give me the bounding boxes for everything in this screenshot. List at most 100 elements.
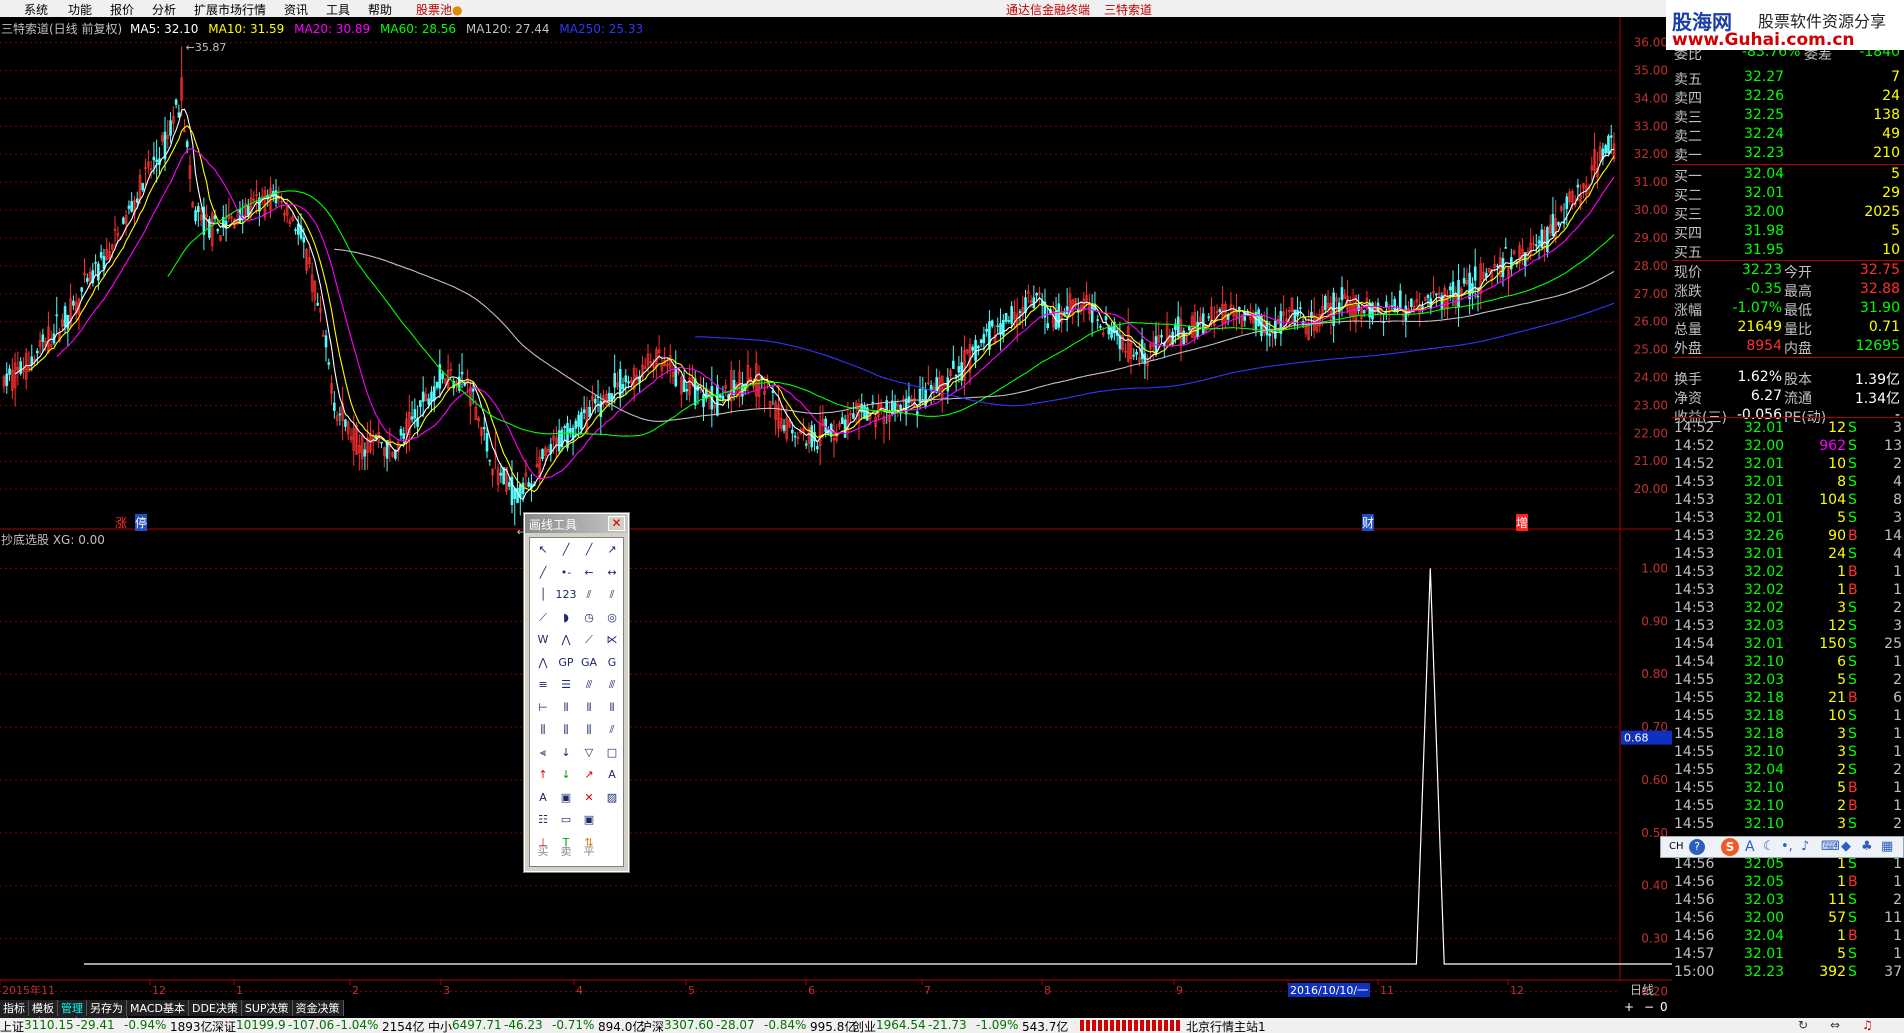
bottom-tab-5[interactable]: DDE决策 — [188, 1000, 242, 1016]
marker-zhang[interactable]: 涨 — [115, 514, 127, 531]
drawing-tools-titlebar[interactable]: 画线工具 ✕ — [525, 514, 628, 533]
wave-tool-icon[interactable]: W — [532, 630, 554, 650]
rectangle-tool-icon[interactable]: □ — [601, 743, 623, 763]
close-icon[interactable]: ✕ — [608, 516, 625, 531]
tick-row[interactable]: 14:56 32.00 57 S 11 — [1672, 910, 1904, 928]
fan-tool-icon[interactable]: ⋉ — [601, 630, 623, 650]
buy-tool-button[interactable]: 买 — [532, 842, 554, 862]
period-mode-label[interactable]: 日线 — [1630, 983, 1654, 997]
ray-tool-icon[interactable]: ╱ — [578, 540, 600, 560]
gp-tool-icon[interactable]: GP — [555, 653, 577, 673]
tick-row[interactable]: 14:52 32.00 962 S 13 — [1672, 438, 1904, 456]
moon-icon[interactable]: ☾ — [1763, 839, 1775, 854]
index-name[interactable]: 创业 — [852, 1018, 876, 1033]
skin-icon[interactable]: ◆ — [1841, 839, 1851, 854]
tick-row[interactable]: 14:55 32.03 5 S 2 — [1672, 672, 1904, 690]
arc-tool-icon[interactable]: ◗ — [555, 608, 577, 628]
gann-fan-tool-icon[interactable]: ⫷ — [532, 743, 554, 763]
trend-tool-icon[interactable]: ⟋ — [532, 608, 554, 628]
box-tool-icon[interactable]: ▣ — [555, 788, 577, 808]
menu-function[interactable]: 功能 — [68, 1, 92, 18]
sell-tool-button[interactable]: 卖 — [555, 842, 577, 862]
gann-tool-icon[interactable]: ⫻ — [601, 675, 623, 695]
zigzag-tool-icon[interactable]: ⟋ — [578, 630, 600, 650]
bottom-tab-2[interactable]: 管理 — [58, 1000, 87, 1016]
grid-icon[interactable]: ▦ — [1881, 839, 1893, 854]
bottom-tab-1[interactable]: 模板 — [29, 1000, 58, 1016]
shirt-icon[interactable]: ♣ — [1861, 839, 1873, 854]
tick-row[interactable]: 14:53 32.01 5 S 3 — [1672, 510, 1904, 528]
sound-icon[interactable]: ♫ — [1862, 1018, 1873, 1032]
arrow-line-tool-icon[interactable]: ↗ — [601, 540, 623, 560]
tick-row[interactable]: 14:55 32.04 2 S 2 — [1672, 762, 1904, 780]
menu-extended-market[interactable]: 扩展市场行情 — [194, 1, 266, 18]
fibonacci-tool-icon[interactable]: ≡ — [532, 675, 554, 695]
list-tool-icon[interactable]: ☷ — [532, 810, 554, 830]
price-label-tool-icon[interactable]: 123 — [555, 585, 577, 605]
period-tool-icon[interactable]: ⫴ — [555, 698, 577, 718]
menu-stock-pool[interactable]: 股票池● — [416, 1, 463, 18]
horizontal-line-tool-icon[interactable]: ↔ — [601, 563, 623, 583]
segment-tool-icon[interactable]: ╱ — [532, 563, 554, 583]
tick-row[interactable]: 14:54 32.10 6 S 1 — [1672, 654, 1904, 672]
g-tool-icon[interactable]: G — [601, 653, 623, 673]
ime-mode[interactable]: CH — [1669, 841, 1684, 852]
reset-zoom-button[interactable]: 0 — [1660, 1000, 1668, 1014]
flat-tool-button[interactable]: 平 — [578, 842, 600, 862]
tick-row[interactable]: 14:53 32.01 8 S 4 — [1672, 474, 1904, 492]
menu-quote[interactable]: 报价 — [110, 1, 134, 18]
panel-tool-icon[interactable]: ▭ — [555, 810, 577, 830]
cycle-tool-icon[interactable]: ⫴ — [578, 698, 600, 718]
tick-row[interactable]: 14:54 32.01 150 S 25 — [1672, 636, 1904, 654]
circle-tool-icon[interactable]: ◷ — [578, 608, 600, 628]
keyboard-icon[interactable]: ⌨ — [1821, 839, 1840, 854]
text-label-tool-icon[interactable]: A — [532, 788, 554, 808]
dot-line-tool-icon[interactable]: •- — [555, 563, 577, 583]
zoom-in-icon[interactable]: + — [1624, 1000, 1634, 1014]
left-arrow-tool-icon[interactable]: ← — [578, 563, 600, 583]
tick-row[interactable]: 14:53 32.01 24 S 4 — [1672, 546, 1904, 564]
down-arrow-tool-icon[interactable]: ↓ — [555, 765, 577, 785]
time-zone-tool-icon[interactable]: ⦀ — [601, 698, 623, 718]
vertical-line-tool-icon[interactable]: │ — [532, 585, 554, 605]
tick-row[interactable]: 14:56 32.03 11 S 2 — [1672, 892, 1904, 910]
tick-row[interactable]: 14:53 32.26 90 B 14 — [1672, 528, 1904, 546]
bottom-tab-6[interactable]: SUP决策 — [241, 1000, 293, 1016]
kline-chart[interactable]: 36.0035.0034.0033.0032.0031.0030.0029.00… — [0, 17, 1672, 998]
blank-tool-icon[interactable] — [601, 810, 623, 830]
eraser-tool-icon[interactable]: ▨ — [601, 788, 623, 808]
index-name[interactable]: 深证 — [212, 1018, 236, 1033]
bars2-tool-icon[interactable]: ⫼ — [555, 720, 577, 740]
tick-row[interactable]: 14:57 32.01 5 S 1 — [1672, 946, 1904, 964]
level-tool-icon[interactable]: ☰ — [555, 675, 577, 695]
menu-tools[interactable]: 工具 — [326, 1, 350, 18]
down-tool-icon[interactable]: ↓ — [555, 743, 577, 763]
channel-tool-icon[interactable]: ⫽ — [601, 585, 623, 605]
tick-row[interactable]: 14:55 32.10 3 S 1 — [1672, 744, 1904, 762]
tick-row[interactable]: 14:53 32.03 12 S 3 — [1672, 618, 1904, 636]
menu-system[interactable]: 系统 — [24, 1, 48, 18]
zoom-out-icon[interactable]: − — [1644, 1000, 1654, 1014]
frame-tool-icon[interactable]: ▣ — [578, 810, 600, 830]
parallel-tool-icon[interactable]: ⫽ — [578, 585, 600, 605]
tick-row[interactable]: 14:56 32.04 1 B 1 — [1672, 928, 1904, 946]
index-name[interactable]: 中小 — [428, 1018, 452, 1033]
grid-tool-icon[interactable]: ⫻ — [578, 675, 600, 695]
bottom-tab-4[interactable]: MACD基本 — [127, 1000, 189, 1016]
ellipse-tool-icon[interactable]: ◎ — [601, 608, 623, 628]
text-tool-icon[interactable]: A — [601, 765, 623, 785]
tick-row[interactable]: 14:53 32.02 1 B 1 — [1672, 582, 1904, 600]
tick-row[interactable]: 14:53 32.02 1 B 1 — [1672, 564, 1904, 582]
line-tool-icon[interactable]: ╱ — [555, 540, 577, 560]
tick-row[interactable]: 14:56 32.05 1 S 1 — [1672, 856, 1904, 874]
index-name[interactable]: 沪深 — [640, 1018, 664, 1033]
tick-row[interactable]: 14:55 32.18 3 S 1 — [1672, 726, 1904, 744]
tick-row[interactable]: 15:00 32.23 392 S 37 — [1672, 964, 1904, 982]
tick-row[interactable]: 14:53 32.02 3 S 2 — [1672, 600, 1904, 618]
microphone-icon[interactable]: ♪ — [1801, 839, 1809, 854]
server-name[interactable]: 北京行情主站1 — [1186, 1018, 1266, 1033]
punctuation-icon[interactable]: •, — [1781, 839, 1793, 854]
ga-tool-icon[interactable]: GA — [578, 653, 600, 673]
marker-cai[interactable]: 财 — [1362, 514, 1375, 531]
refresh-icon[interactable]: ↻ — [1798, 1018, 1808, 1032]
